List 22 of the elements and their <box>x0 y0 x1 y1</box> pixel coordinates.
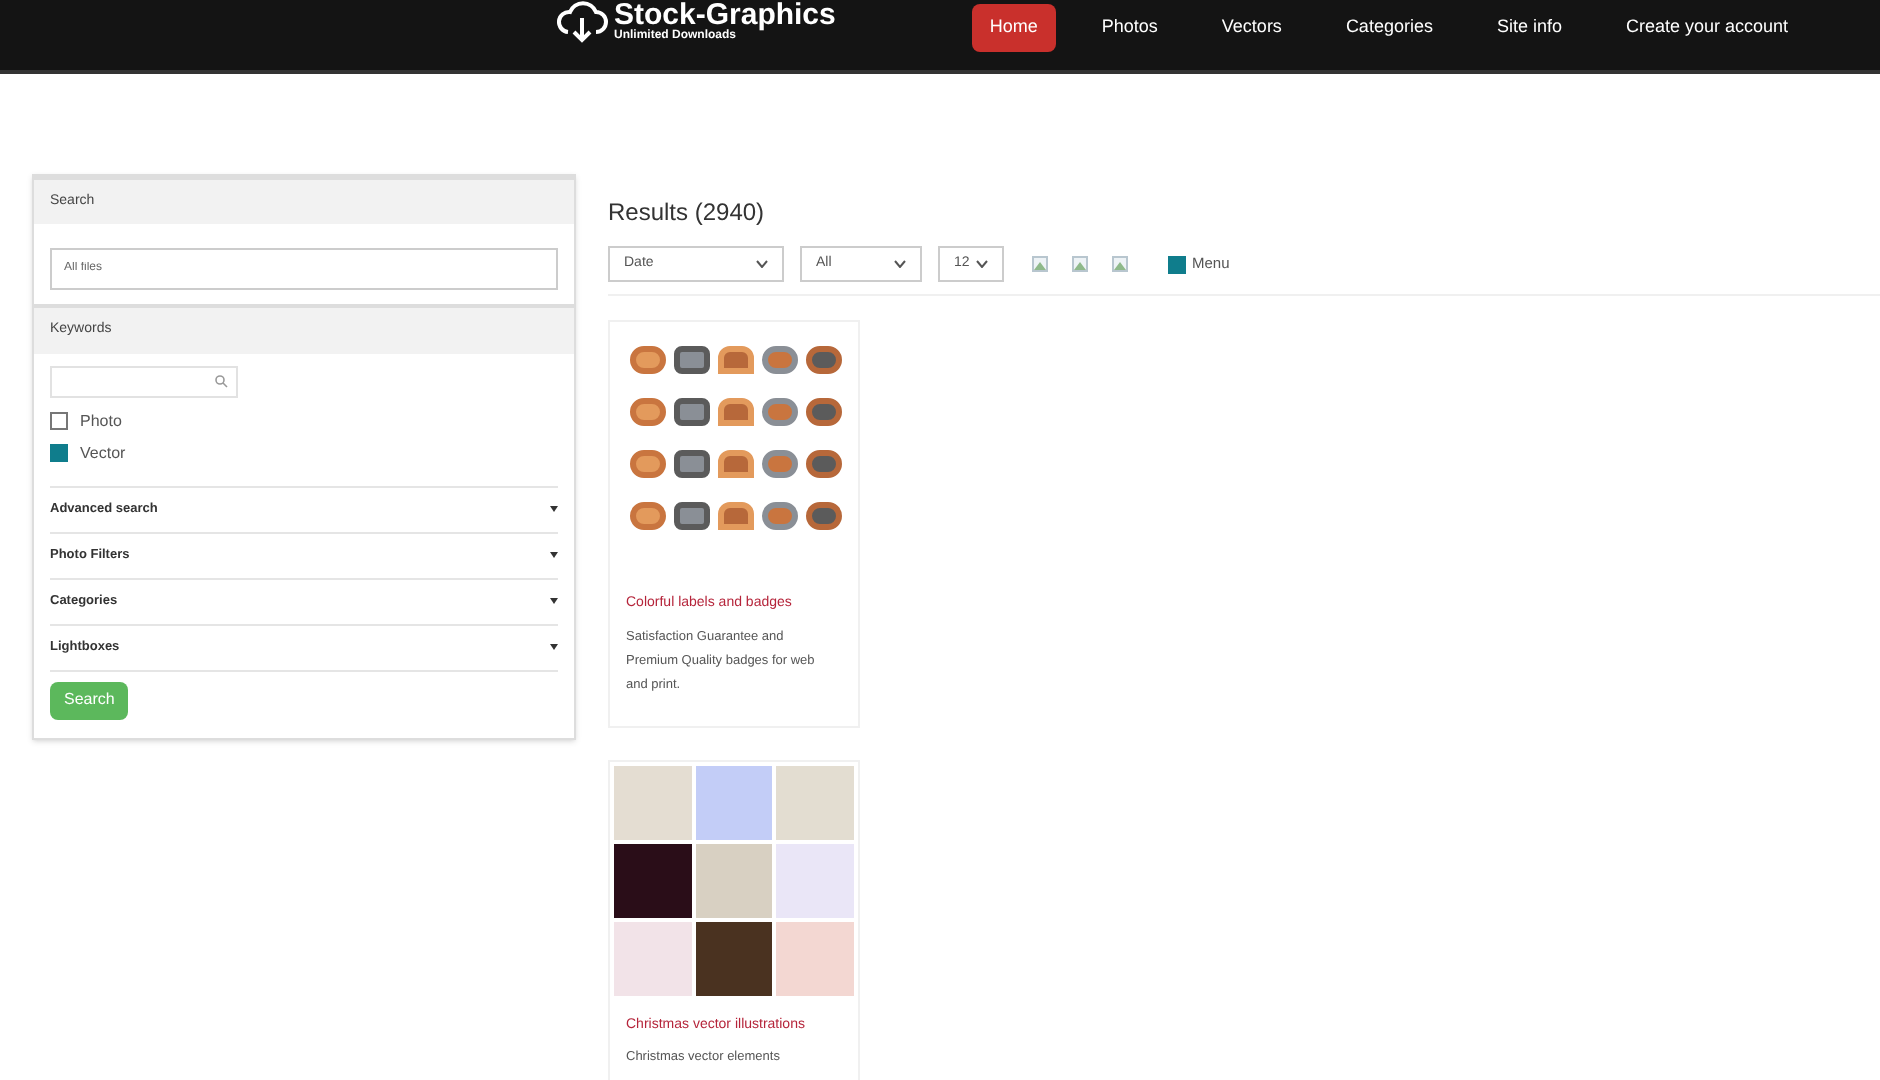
broken-image-icon[interactable] <box>1032 256 1048 272</box>
nav-link[interactable]: Categories <box>1327 4 1451 51</box>
broken-image-icon[interactable] <box>1112 256 1128 272</box>
nav-link[interactable]: Create your account <box>1608 4 1807 51</box>
checkbox[interactable] <box>50 412 68 430</box>
results-title: Results (2940) <box>608 196 767 230</box>
search-icon <box>214 374 228 388</box>
chevron-down-icon <box>756 260 768 268</box>
checkbox[interactable] <box>50 444 68 462</box>
checkbox-label: Vector <box>80 441 126 465</box>
logo-title: Stock-Graphics <box>614 0 836 30</box>
nav-link[interactable]: Vectors <box>1203 4 1300 51</box>
chevron-down-icon <box>894 260 906 268</box>
keyword-field[interactable] <box>50 365 238 397</box>
nav-link[interactable]: Site info <box>1478 4 1580 51</box>
nav-link[interactable]: Photos <box>1083 4 1176 51</box>
nav-link[interactable]: Home <box>971 4 1056 51</box>
checkbox-label: Photo <box>80 409 122 433</box>
checkbox[interactable] <box>1168 255 1186 273</box>
chevron-down-icon <box>976 260 988 268</box>
cloud-download-icon <box>556 0 608 44</box>
broken-image-icon[interactable] <box>1072 256 1088 272</box>
